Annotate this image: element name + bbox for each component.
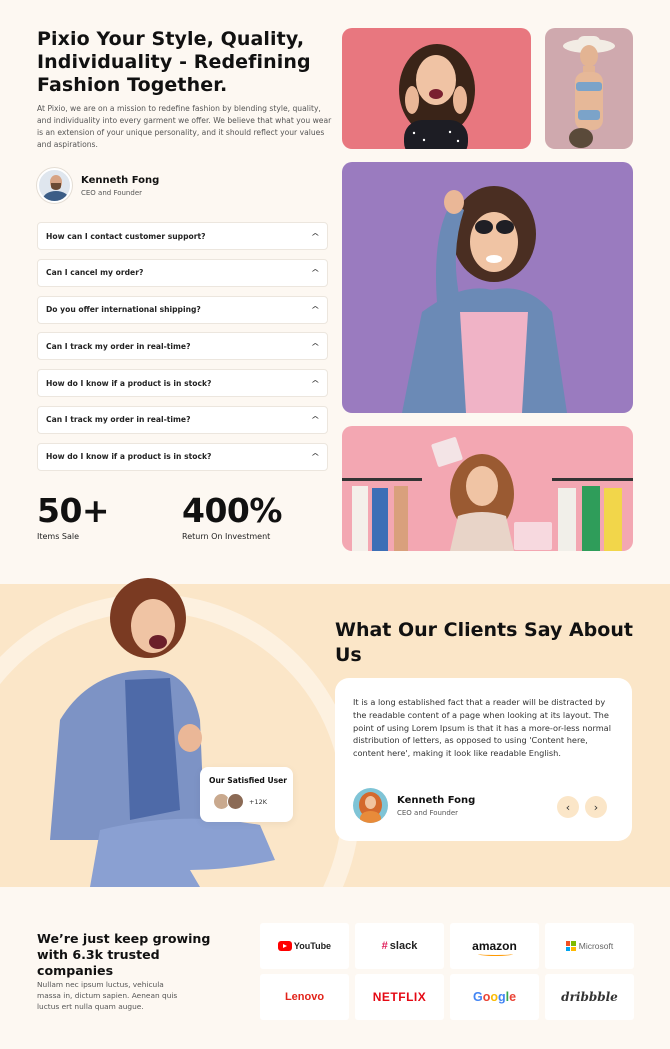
faq-item[interactable]: Can I track my order in real-time? ^ xyxy=(37,405,328,434)
logo-microsoft[interactable]: Microsoft xyxy=(545,923,634,969)
avatar xyxy=(227,793,244,810)
faq-question: Do you offer international shipping? xyxy=(46,305,201,315)
photo-woman-with-gifts xyxy=(342,426,633,551)
stat-roi: 400% Return On Investment xyxy=(182,491,327,542)
faq-item[interactable]: Do you offer international shipping? ^ xyxy=(37,295,328,324)
chevron-up-icon: ^ xyxy=(310,415,321,425)
photo-woman-swimwear xyxy=(545,28,633,149)
satisfied-title: Our Satisfied User xyxy=(209,776,288,785)
testimonial-card: It is a long established fact that a rea… xyxy=(335,678,632,841)
faq-item[interactable]: How can I contact customer support? ^ xyxy=(37,222,328,250)
prev-testimonial-button[interactable]: ‹ xyxy=(557,796,579,818)
faq-item[interactable]: How do I know if a product is in stock? … xyxy=(37,442,328,471)
photo-woman-excited xyxy=(342,28,531,149)
chevron-up-icon: ^ xyxy=(310,378,321,388)
microsoft-grid-icon xyxy=(565,941,576,951)
chevron-up-icon: ^ xyxy=(310,452,321,462)
faq-question: How do I know if a product is in stock? xyxy=(46,378,212,388)
satisfied-count: +12K xyxy=(249,797,267,806)
youtube-play-icon xyxy=(277,941,292,951)
testimonial-avatar xyxy=(353,788,388,823)
author-card: Kenneth Fong CEO and Founder xyxy=(37,168,159,203)
about-title: Pixio Your Style, Quality, Individuality… xyxy=(37,28,311,96)
faq-item[interactable]: How do I know if a product is in stock? … xyxy=(37,369,328,398)
faq-question: Can I track my order in real-time? xyxy=(46,415,191,425)
author-name: Kenneth Fong xyxy=(81,174,160,186)
faq-question: Can I cancel my order? xyxy=(46,268,144,278)
logo-lenovo[interactable]: Lenovo xyxy=(260,974,349,1020)
chevron-up-icon: ^ xyxy=(310,305,321,315)
stats: 50+ Items Sale 400% Return On Investment xyxy=(37,491,327,542)
chevron-up-icon: ^ xyxy=(310,268,321,278)
testimonial-author-name: Kenneth Fong xyxy=(397,794,476,806)
author-avatar xyxy=(37,168,72,203)
faq-item[interactable]: Can I cancel my order? ^ xyxy=(37,258,328,287)
author-role: CEO and Founder xyxy=(81,188,143,197)
faq-list: How can I contact customer support? ^ Ca… xyxy=(37,222,328,480)
photo-woman-winking xyxy=(30,570,290,887)
stat-label: Items Sale xyxy=(37,532,80,541)
testimonial-author: Kenneth Fong CEO and Founder xyxy=(353,788,475,823)
faq-question: How do I know if a product is in stock? xyxy=(46,452,212,462)
stat-value: 50+ xyxy=(37,491,110,530)
chevron-up-icon: ^ xyxy=(310,341,321,351)
trusted-description: Nullam nec ipsum luctus, vehicula massa … xyxy=(37,980,178,1011)
faq-question: Can I track my order in real-time? xyxy=(46,341,191,351)
logo-dribbble[interactable]: dribbble xyxy=(545,974,634,1020)
chevron-left-icon: ‹ xyxy=(565,800,571,814)
stat-items-sale: 50+ Items Sale xyxy=(37,491,182,542)
testimonials-title: What Our Clients Say About Us xyxy=(335,619,633,666)
chevron-up-icon: ^ xyxy=(310,231,321,241)
faq-item[interactable]: Can I track my order in real-time? ^ xyxy=(37,332,328,361)
satisfied-user-card: Our Satisfied User +12K xyxy=(200,767,293,822)
trusted-title: We’re just keep growing with 6.3k truste… xyxy=(37,931,211,978)
logo-youtube[interactable]: YouTube xyxy=(260,923,349,969)
logo-slack[interactable]: # slack xyxy=(355,923,444,969)
slack-hash-icon: # xyxy=(381,940,388,952)
testimonial-text: It is a long established fact that a rea… xyxy=(353,697,611,759)
logo-google[interactable]: Google xyxy=(450,974,539,1020)
stat-value: 400% xyxy=(182,491,282,530)
faq-question: How can I contact customer support? xyxy=(46,231,206,241)
testimonial-author-role: CEO and Founder xyxy=(397,808,459,817)
logo-netflix[interactable]: NETFLIX xyxy=(355,974,444,1020)
chevron-right-icon: › xyxy=(593,800,599,814)
photo-woman-denim-jacket xyxy=(342,162,633,413)
next-testimonial-button[interactable]: › xyxy=(585,796,607,818)
logo-amazon[interactable]: amazon xyxy=(450,923,539,969)
company-logos: YouTube # slack amazon Microsoft Lenovo N… xyxy=(260,923,634,1020)
about-description: At Pixio, we are on a mission to redefin… xyxy=(37,104,332,149)
satisfied-avatars: +12K xyxy=(213,793,267,810)
stat-label: Return On Investment xyxy=(182,532,271,541)
